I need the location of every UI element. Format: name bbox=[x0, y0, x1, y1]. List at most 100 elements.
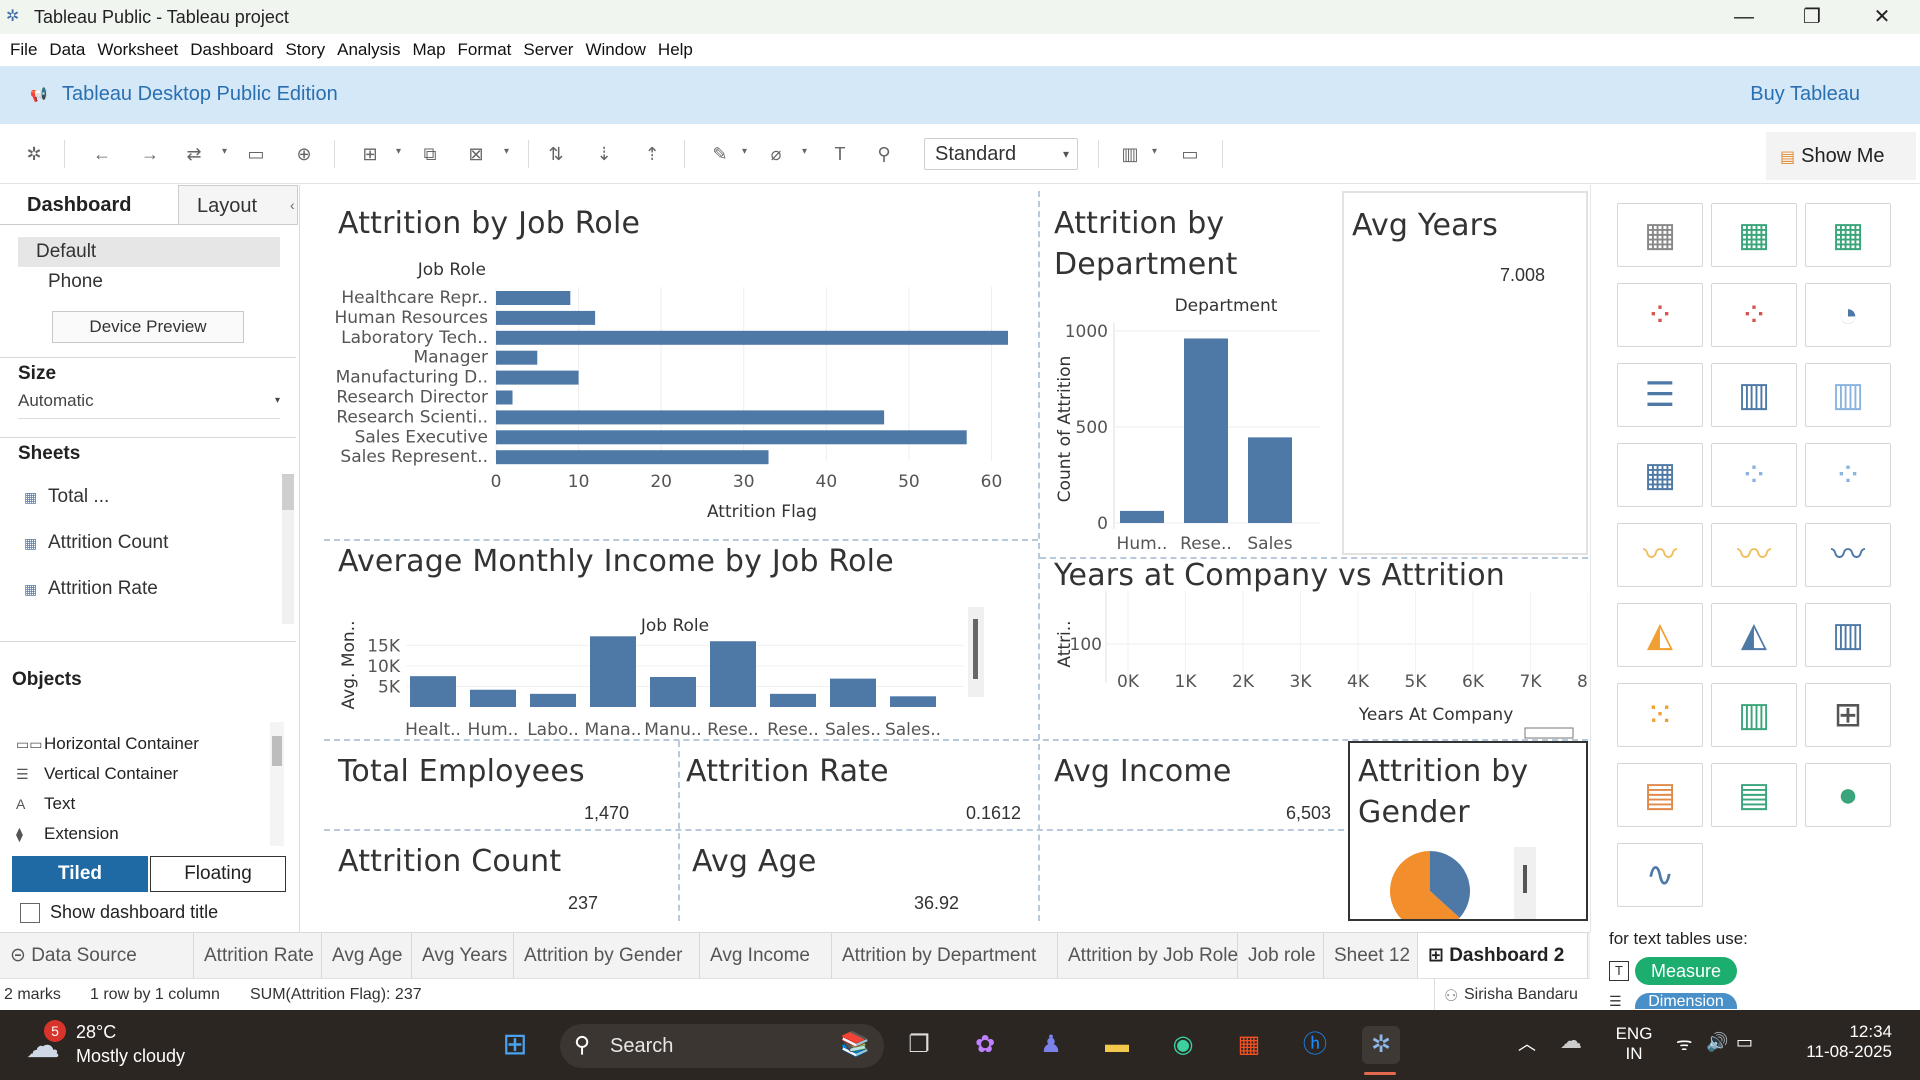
show-title-checkbox-row[interactable]: Show dashboard title bbox=[20, 902, 218, 924]
onedrive-icon[interactable]: ☁ bbox=[1560, 1028, 1582, 1054]
object-text[interactable]: A Text bbox=[16, 789, 75, 819]
show-me-packed-bubbles-icon[interactable]: ● bbox=[1805, 763, 1891, 827]
show-me-area-continuous-icon[interactable]: ◭ bbox=[1617, 603, 1703, 667]
highlight-icon[interactable]: ✎ bbox=[708, 142, 732, 166]
taskbar-search[interactable]: ⚲ Search 📚 bbox=[560, 1024, 884, 1068]
show-me-pie-chart-icon[interactable]: ◔ bbox=[1805, 283, 1891, 347]
sort-ascending-icon[interactable]: ⇣ bbox=[592, 142, 616, 166]
fit-mode-select[interactable]: Standard ▾ bbox=[924, 138, 1078, 170]
show-me-bullet-graph-icon[interactable]: ▤ bbox=[1711, 763, 1797, 827]
presentation-mode-icon[interactable]: ▭ bbox=[1178, 142, 1202, 166]
sheet-item-total[interactable]: ▦ Total ... bbox=[24, 482, 109, 512]
tableau-logo-icon[interactable]: ✲ bbox=[22, 142, 46, 166]
menu-worksheet[interactable]: Worksheet bbox=[91, 34, 184, 66]
show-me-histogram-icon[interactable]: ▥ bbox=[1711, 683, 1797, 747]
menu-analysis[interactable]: Analysis bbox=[331, 34, 406, 66]
buy-tableau-link[interactable]: Buy Tableau bbox=[1750, 83, 1860, 106]
sheet-item-attrition-rate[interactable]: ▦ Attrition Rate bbox=[24, 574, 158, 604]
job-role-chart-zone[interactable]: Attrition by Job Role Job Role Attrition… bbox=[324, 191, 1038, 537]
weather-condition[interactable]: Mostly cloudy bbox=[76, 1046, 185, 1067]
show-me-box-and-whisker-icon[interactable]: ⊞ bbox=[1805, 683, 1891, 747]
wifi-icon[interactable]: ᯤ bbox=[1676, 1032, 1692, 1056]
save-icon[interactable]: ▭ bbox=[244, 142, 268, 166]
show-me-heat-map-icon[interactable]: ▦ bbox=[1711, 203, 1797, 267]
show-me-lines-discrete-icon[interactable]: 〰 bbox=[1711, 523, 1797, 587]
attrition-count-zone[interactable]: Attrition Count 237 bbox=[324, 831, 676, 919]
show-me-dual-combination-icon[interactable]: ▥ bbox=[1805, 603, 1891, 667]
sheet-item-attrition-count[interactable]: ▦ Attrition Count bbox=[24, 528, 168, 558]
device-default[interactable]: Default bbox=[18, 237, 280, 267]
group-icon[interactable]: ⌀ bbox=[764, 142, 788, 166]
show-me-button[interactable]: ▤ Show Me bbox=[1766, 132, 1916, 180]
show-me-gantt-chart-icon[interactable]: ▤ bbox=[1617, 763, 1703, 827]
clear-sheet-icon[interactable]: ⊠ bbox=[464, 142, 488, 166]
device-preview-button[interactable]: Device Preview bbox=[52, 311, 244, 343]
duplicate-icon[interactable]: ⧉ bbox=[418, 142, 442, 166]
size-select[interactable]: Automatic ▾ bbox=[18, 391, 280, 419]
teams-icon[interactable]: ♟ bbox=[1032, 1026, 1070, 1064]
minimize-icon[interactable]: — bbox=[1716, 2, 1772, 32]
battery-icon[interactable]: ▭ bbox=[1736, 1032, 1753, 1053]
hp-icon[interactable]: ⓗ bbox=[1296, 1026, 1334, 1064]
show-me-circle-views-icon[interactable]: ⁘ bbox=[1711, 443, 1797, 507]
gender-chart-zone[interactable]: Attrition by Gender bbox=[1348, 741, 1588, 921]
device-phone[interactable]: Phone bbox=[18, 267, 280, 297]
show-me-dual-lines-icon[interactable]: 〰 bbox=[1805, 523, 1891, 587]
sheet-tab-attrition-rate[interactable]: Attrition Rate bbox=[194, 933, 322, 979]
new-data-source-icon[interactable]: ⊕ bbox=[292, 142, 316, 166]
show-me-horizontal-bars-icon[interactable]: ☰ bbox=[1617, 363, 1703, 427]
sheet-tab-job-role[interactable]: Job role bbox=[1238, 933, 1324, 979]
show-me-stacked-bars-icon[interactable]: ▥ bbox=[1711, 363, 1797, 427]
sheet-tab-dashboard-2[interactable]: ⊞ Dashboard 2 bbox=[1418, 933, 1588, 979]
menu-data[interactable]: Data bbox=[43, 34, 91, 66]
objects-scrollbar[interactable] bbox=[270, 722, 284, 846]
menu-file[interactable]: File bbox=[4, 34, 43, 66]
sheets-scrollbar[interactable] bbox=[282, 474, 294, 624]
chevron-down-icon[interactable]: ▾ bbox=[802, 146, 807, 157]
redo-icon[interactable]: → bbox=[138, 142, 162, 166]
menu-story[interactable]: Story bbox=[279, 34, 331, 66]
chevron-down-icon[interactable]: ▾ bbox=[396, 146, 401, 157]
show-title-checkbox[interactable] bbox=[20, 903, 40, 924]
chevron-down-icon[interactable]: ▾ bbox=[742, 146, 747, 157]
avg-age-zone[interactable]: Avg Age 36.92 bbox=[680, 831, 1036, 919]
windows-start-icon[interactable]: ⊞ bbox=[496, 1026, 534, 1064]
show-me-text-table-icon[interactable]: ▦ bbox=[1617, 203, 1703, 267]
chevron-down-icon[interactable]: ▾ bbox=[504, 146, 509, 157]
show-me-highlight-table-icon[interactable]: ▦ bbox=[1805, 203, 1891, 267]
show-me-side-by-side-circles-icon[interactable]: ⁘ bbox=[1805, 443, 1891, 507]
scrollbar-thumb[interactable] bbox=[272, 736, 282, 766]
department-chart-zone[interactable]: Attrition by Department Department Count… bbox=[1040, 191, 1340, 565]
show-me-area-discrete-icon[interactable]: ◭ bbox=[1711, 603, 1797, 667]
show-me-scatter-plot-icon[interactable]: ⁙ bbox=[1617, 683, 1703, 747]
sort-descending-icon[interactable]: ⇡ bbox=[640, 142, 664, 166]
task-view-icon[interactable]: ❐ bbox=[900, 1026, 938, 1064]
labels-icon[interactable]: T bbox=[828, 142, 852, 166]
show-me-sankey-icon[interactable]: ∿ bbox=[1617, 843, 1703, 907]
menu-help[interactable]: Help bbox=[652, 34, 699, 66]
clock[interactable]: 12:34 11-08-2025 bbox=[1790, 1022, 1892, 1062]
replay-icon[interactable]: ⇄ bbox=[182, 142, 206, 166]
sheet-tab-attrition-by-gender[interactable]: Attrition by Gender bbox=[514, 933, 700, 979]
pin-icon[interactable]: ⚲ bbox=[872, 142, 896, 166]
floating-button[interactable]: Floating bbox=[150, 856, 286, 892]
sheet-tab-attrition-by-department[interactable]: Attrition by Department bbox=[832, 933, 1058, 979]
object-extension[interactable]: ⧫ Extension bbox=[16, 819, 119, 849]
weather-temp[interactable]: 28°C bbox=[76, 1022, 116, 1043]
language-indicator[interactable]: ENG IN bbox=[1614, 1024, 1654, 1064]
swap-icon[interactable]: ⇅ bbox=[544, 142, 568, 166]
menu-format[interactable]: Format bbox=[452, 34, 518, 66]
chevron-up-icon[interactable]: ︿ bbox=[1518, 1030, 1536, 1056]
show-cards-icon[interactable]: ▥ bbox=[1118, 142, 1142, 166]
scrollbar-thumb[interactable] bbox=[282, 474, 294, 510]
volume-icon[interactable]: 🔊 bbox=[1706, 1032, 1728, 1053]
chevron-down-icon[interactable]: ▾ bbox=[222, 146, 227, 157]
total-employees-zone[interactable]: Total Employees 1,470 bbox=[324, 741, 676, 829]
object-horizontal-container[interactable]: ▭▭Horizontal Container bbox=[16, 729, 199, 759]
sheet-tab-sheet-12[interactable]: Sheet 12 bbox=[1324, 933, 1418, 979]
sheet-tab-avg-years[interactable]: Avg Years bbox=[412, 933, 514, 979]
new-worksheet-icon[interactable]: ⊞ bbox=[358, 142, 382, 166]
menu-dashboard[interactable]: Dashboard bbox=[184, 34, 279, 66]
tab-layout[interactable]: Layout bbox=[178, 185, 298, 225]
edge-icon[interactable]: ◉ bbox=[1164, 1026, 1202, 1064]
